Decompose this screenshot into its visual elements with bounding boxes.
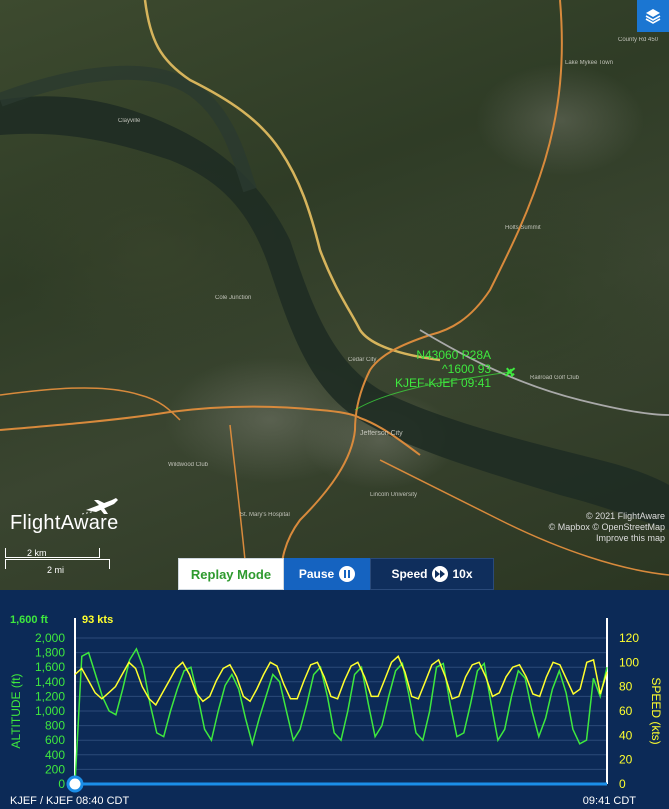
pause-button[interactable]: Pause [284,558,370,590]
y-right-tick-label: 40 [619,728,633,742]
improve-map-link[interactable]: Improve this map [596,533,665,544]
flight-label-altitude-speed: ^1600 93 [442,362,492,376]
place-label-jefferson-city: Jefferson City [360,430,403,437]
place-label-cole-junction: Cole Junction [215,295,252,301]
road-sw [229,424,246,561]
y-left-tick-label: 600 [45,733,65,747]
flight-map[interactable]: Clayville Holts Summit Lake Mykee Town J… [0,0,669,590]
y-left-tick-label: 1,800 [35,646,65,660]
y-right-tick-label: 0 [619,777,626,791]
layers-icon [645,9,661,24]
y-right-tick-label: 60 [619,704,633,718]
place-label-county-rd: County Rd 450 [618,37,659,43]
replay-mode-button[interactable]: Replay Mode [178,558,284,590]
flight-label-route-time: KJEF-KJEF 09:41 [395,376,492,390]
plane-logo-icon [82,498,118,515]
attribution-flightaware: © 2021 FlightAware [585,511,665,521]
chart-svg: 2,0001,8001,6001,4001,2001,0008006004002… [9,618,663,793]
altitude-speed-chart[interactable]: 1,600 ft 93 kts 2,000 1,800 1,600 1,400 1,20… [0,590,669,809]
place-label-holts-summit: Holts Summit [505,225,541,231]
y-left-tick-label: 0 [58,777,65,791]
y-right-tick-label: 80 [619,680,633,694]
layers-button[interactable] [637,0,669,32]
flight-label[interactable]: N43060 P28A ^1600 93 KJEF-KJEF 09:41 [395,348,491,390]
place-label-st-marys: St. Mary's Hospital [240,512,290,518]
series-line-altitude [74,647,608,785]
highway-54 [279,0,563,590]
place-label-lake-mykee: Lake Mykee Town [565,60,613,66]
y-left-axis-title: ALTITUDE (ft) [9,673,23,748]
place-label-lincoln-university: Lincoln University [370,492,418,498]
flight-label-ident: N43060 P28A [416,348,492,362]
place-label-cedar-city: Cedar City [348,357,377,363]
speed-value: 10x [452,567,473,581]
replay-controls: Replay Mode Pause Speed 10x [178,558,494,590]
pause-icon [339,566,356,582]
y-left-tick-label: 1,400 [35,675,65,689]
y-left-tick-label: 1,600 [35,660,65,674]
y-left-tick-label: 400 [45,748,65,762]
attribution-mapbox[interactable]: © Mapbox © OpenStreetMap [549,522,665,533]
y-right-tick-label: 100 [619,655,639,669]
series-line-speed [74,655,608,707]
y-right-tick-label: 20 [619,753,633,767]
x-end-label: 09:41 CDT [582,795,636,807]
y-left-tick-label: 2,000 [35,631,65,645]
flightaware-logo: FlightAware [10,498,119,535]
place-label-clayville: Clayville [118,118,141,124]
speed-label: Speed [391,567,428,581]
y-right-axis-title: SPEED (kts) [649,677,663,744]
x-start-label: KJEF / KJEF 08:40 CDT [10,795,130,807]
pause-label: Pause [298,567,335,581]
place-label-golf-club: Railroad Golf Club [530,375,580,381]
scale-bar-km [5,548,100,558]
map-scale: 2 km 2 mi [5,548,115,578]
y-left-tick-label: 1,000 [35,704,65,718]
y-left-tick-label: 200 [45,762,65,776]
place-label-wildwood: Wildwood Club [168,462,209,468]
y-left-tick-label: 1,200 [35,689,65,703]
timeline-handle[interactable] [66,775,84,793]
scale-mi-label: 2 mi [47,565,65,575]
fast-forward-icon [432,566,449,582]
y-right-tick-label: 120 [619,631,639,645]
y-left-tick-label: 800 [45,719,65,733]
scale-km-label: 2 km [27,548,47,558]
missouri-river [0,96,669,530]
speed-control[interactable]: Speed 10x [370,558,494,590]
